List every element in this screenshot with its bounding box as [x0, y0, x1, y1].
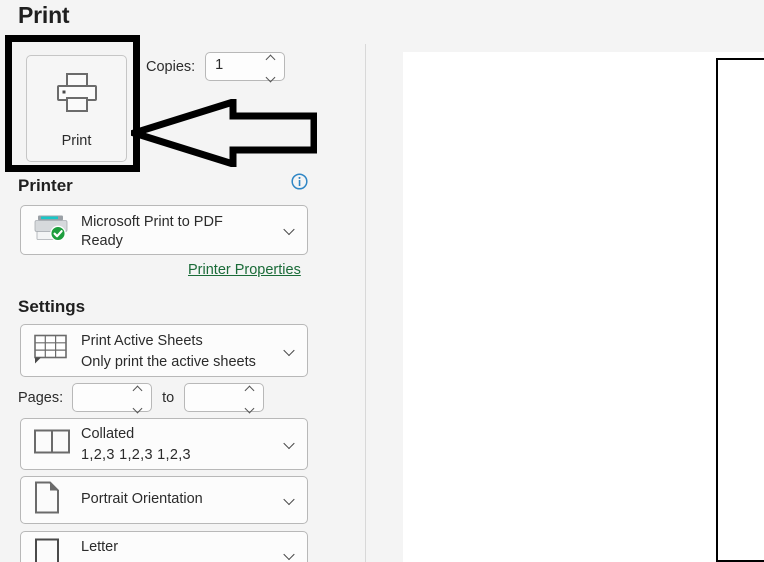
orientation-select[interactable]: Portrait Orientation — [20, 476, 308, 524]
printer-device-icon — [33, 213, 71, 248]
printer-icon — [54, 72, 100, 119]
pages-to-spin-arrows[interactable] — [244, 386, 256, 411]
preview-page — [716, 58, 764, 562]
chevron-down-icon[interactable] — [134, 406, 143, 411]
printer-name: Microsoft Print to PDF — [81, 214, 223, 230]
pages-to-label: to — [162, 389, 175, 406]
paper-size-select[interactable]: Letter — [20, 531, 308, 562]
pages-from-spin-arrows[interactable] — [132, 386, 144, 411]
worksheet-grid-icon — [33, 332, 69, 369]
pages-to-stepper[interactable] — [184, 383, 265, 412]
settings-section-header: Settings — [18, 297, 86, 316]
pages-from-stepper[interactable] — [72, 383, 153, 412]
chevron-up-icon[interactable] — [246, 386, 255, 391]
copies-label: Copies: — [146, 58, 196, 75]
pages-range-row: Pages: to — [18, 383, 265, 412]
print-button-highlight-box: Print — [5, 35, 140, 172]
chevron-down-icon[interactable] — [284, 552, 295, 559]
print-what-select[interactable]: Print Active Sheets Only print the activ… — [20, 324, 308, 377]
chevron-up-icon[interactable] — [267, 55, 276, 60]
collation-select[interactable]: Collated 1,2,3 1,2,3 1,2,3 — [20, 418, 308, 470]
pane-divider — [365, 44, 366, 562]
pages-label: Pages: — [18, 389, 64, 406]
printer-select[interactable]: Microsoft Print to PDF Ready — [20, 205, 308, 255]
page-title: Print — [18, 2, 70, 28]
portrait-page-icon — [33, 481, 61, 520]
collate-icon — [33, 428, 71, 461]
chevron-up-icon[interactable] — [134, 386, 143, 391]
collation-description: 1,2,3 1,2,3 1,2,3 — [81, 447, 191, 463]
chevron-down-icon[interactable] — [284, 441, 295, 448]
chevron-down-icon[interactable] — [284, 347, 295, 354]
printer-status: Ready — [81, 233, 123, 249]
chevron-down-icon[interactable] — [246, 406, 255, 411]
chevron-down-icon[interactable] — [267, 75, 276, 80]
paper-size-icon — [33, 537, 61, 562]
paper-size-title: Letter — [81, 539, 119, 555]
print-button[interactable]: Print — [26, 55, 127, 162]
copies-spin-arrows[interactable] — [265, 55, 277, 80]
printer-section-header: Printer — [18, 176, 73, 195]
copies-value[interactable]: 1 — [215, 57, 223, 73]
print-preview-pane — [403, 52, 764, 562]
print-button-label: Print — [61, 133, 92, 149]
copies-stepper[interactable]: 1 — [205, 52, 286, 81]
print-what-description: Only print the active sheets — [81, 354, 256, 370]
collation-title: Collated — [81, 426, 135, 442]
arrow-annotation — [122, 97, 318, 169]
copies-row: Copies: 1 — [146, 52, 286, 81]
chevron-down-icon[interactable] — [284, 497, 295, 504]
print-what-title: Print Active Sheets — [81, 333, 203, 349]
info-icon[interactable] — [291, 173, 308, 190]
chevron-down-icon[interactable] — [284, 227, 295, 234]
orientation-title: Portrait Orientation — [81, 491, 203, 507]
print-backstage-screen: Print Print Copies: 1 Printer Microsoft … — [0, 0, 764, 562]
print-settings-pane: Print Print Copies: 1 Printer Microsoft … — [0, 0, 366, 562]
printer-properties-link[interactable]: Printer Properties — [188, 262, 301, 278]
